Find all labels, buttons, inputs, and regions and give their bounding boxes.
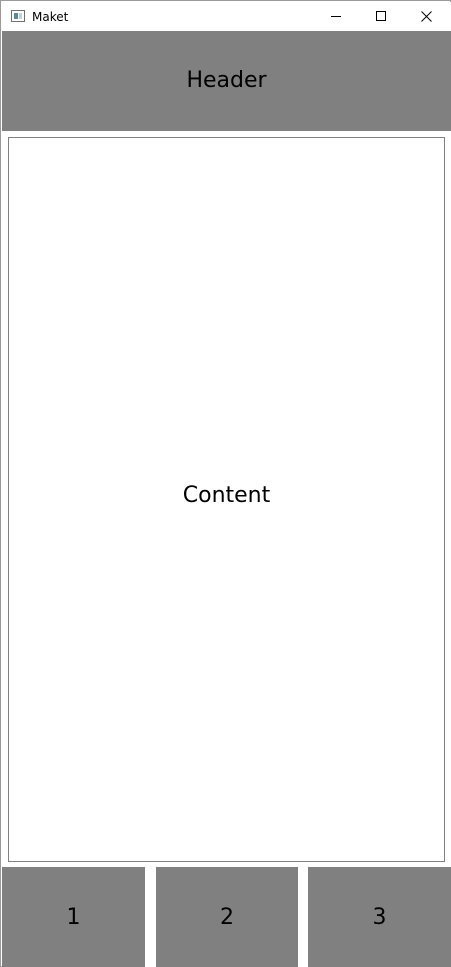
maximize-button[interactable]: [359, 2, 404, 31]
header-panel: Header: [2, 31, 451, 131]
content-area: Content: [2, 131, 451, 866]
close-button[interactable]: [404, 2, 449, 31]
minimize-button[interactable]: [314, 2, 359, 31]
content-label: Content: [182, 482, 271, 508]
header-label: Header: [186, 68, 267, 93]
window-title: Maket: [32, 10, 69, 24]
app-window: Maket Header Content 1 2 3: [0, 0, 451, 967]
content-panel: Content: [8, 137, 445, 862]
title-bar[interactable]: Maket: [2, 2, 451, 31]
footer-button-2[interactable]: 2: [156, 867, 298, 967]
footer-bar: 1 2 3: [2, 866, 451, 967]
footer-button-3[interactable]: 3: [308, 867, 451, 967]
footer-button-3-label: 3: [372, 904, 387, 930]
footer-button-1-label: 1: [66, 904, 81, 930]
minimize-icon: [331, 16, 341, 17]
app-window-icon[interactable]: [11, 10, 25, 22]
close-icon: [421, 11, 432, 22]
footer-button-2-label: 2: [220, 904, 234, 930]
footer-button-1[interactable]: 1: [2, 867, 145, 967]
maximize-icon: [376, 11, 386, 21]
